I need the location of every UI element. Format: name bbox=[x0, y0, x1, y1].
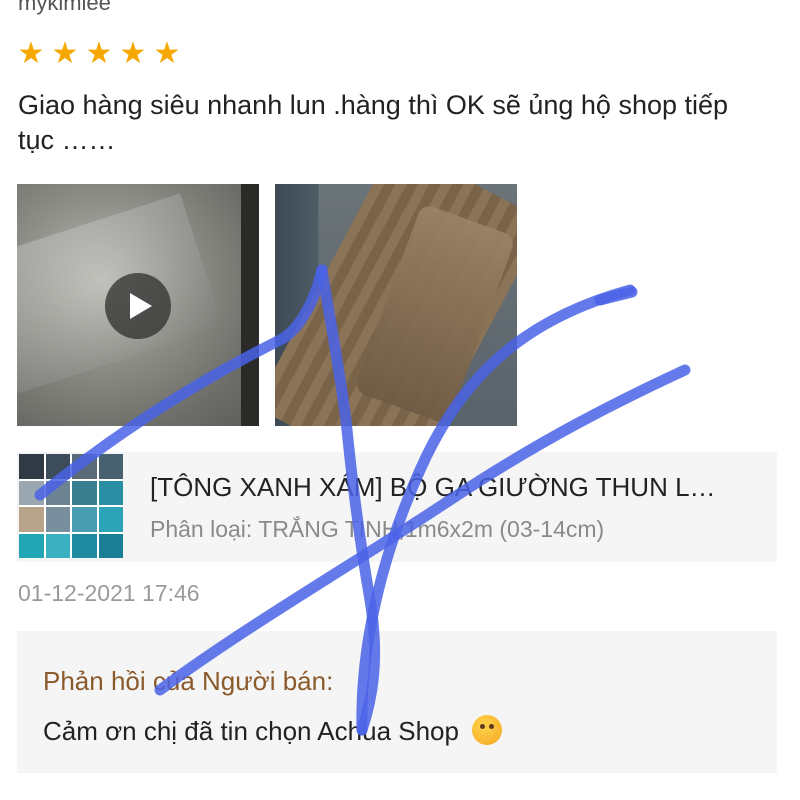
star-icon: ★ bbox=[17, 37, 45, 70]
play-icon[interactable] bbox=[105, 273, 171, 339]
thumbnail-tile bbox=[19, 480, 44, 505]
seller-reply-message: Cảm ơn chị đã tin chọn Achua Shop bbox=[43, 716, 459, 746]
scribble-stroke-5 bbox=[594, 286, 638, 306]
thumbnail-tile bbox=[72, 480, 97, 505]
star-icon: ★ bbox=[85, 37, 113, 70]
reviewer-username: mykimlee bbox=[18, 0, 111, 15]
star-icon: ★ bbox=[119, 37, 147, 70]
seller-reply-label: Phản hồi của Người bán: bbox=[43, 666, 334, 696]
review-photo-thumbnail[interactable] bbox=[275, 184, 517, 426]
product-variation: Phân loại: TRẮNG TINH,1m6x2m (03-14cm) bbox=[150, 516, 605, 542]
rating-stars: ★ ★ ★ ★ ★ bbox=[16, 37, 182, 70]
purchased-product-card[interactable]: [TÔNG XANH XÁM] BỘ GA GIƯỜNG THUN L… Phâ… bbox=[17, 452, 777, 562]
star-icon: ★ bbox=[153, 37, 181, 70]
review-timestamp: 01-12-2021 17:46 bbox=[18, 580, 200, 606]
review-video-thumbnail[interactable] bbox=[17, 184, 259, 426]
thumbnail-tile bbox=[98, 507, 123, 532]
smiling-face-with-hearts-icon bbox=[472, 715, 503, 745]
thumbnail-tile bbox=[72, 507, 97, 532]
thumbnail-tile bbox=[45, 507, 70, 532]
review-text: Giao hàng siêu nhanh lun .hàng thì OK sẽ… bbox=[18, 90, 729, 155]
thumbnail-tile bbox=[98, 480, 123, 505]
thumbnail-tile bbox=[45, 480, 70, 505]
seller-reply-text: Cảm ơn chị đã tin chọn Achua Shop bbox=[43, 715, 503, 747]
thumbnail-tile bbox=[19, 507, 44, 532]
seller-reply-box: Phản hồi của Người bán: Cảm ơn chị đã ti… bbox=[17, 631, 777, 773]
thumbnail-tile bbox=[98, 454, 123, 479]
thumbnail-tile bbox=[98, 533, 123, 558]
product-thumbnail bbox=[19, 454, 123, 558]
thumbnail-tile bbox=[72, 454, 97, 479]
product-name: [TÔNG XANH XÁM] BỘ GA GIƯỜNG THUN L… bbox=[150, 472, 716, 502]
star-icon: ★ bbox=[51, 37, 79, 70]
thumbnail-tile bbox=[45, 533, 70, 558]
thumbnail-tile bbox=[72, 533, 97, 558]
thumbnail-tile bbox=[19, 454, 44, 479]
thumbnail-tile bbox=[19, 533, 44, 558]
thumbnail-tile bbox=[45, 454, 70, 479]
